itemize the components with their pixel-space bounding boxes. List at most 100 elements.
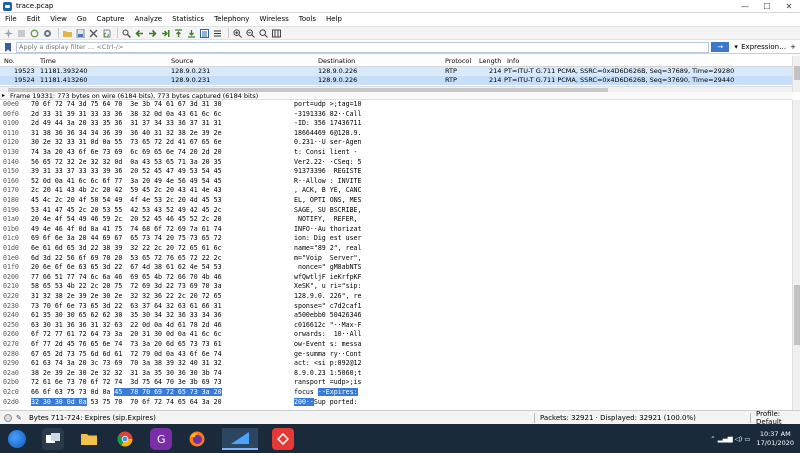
hex-ascii[interactable]: nonce=" gM8abNTS (294, 263, 362, 273)
go-last-icon[interactable] (186, 28, 196, 38)
hex-bytes[interactable]: 30 2e 32 33 31 0d 0a 55 73 65 72 2d 41 6… (31, 138, 222, 148)
chrome-icon[interactable] (114, 428, 136, 450)
hex-ascii[interactable]: 18664469 6@128.9. (294, 129, 362, 139)
start-button[interactable] (6, 428, 28, 450)
hex-ascii[interactable]: 8.9.0.23 1:5060;t (294, 369, 362, 379)
hex-bytes-selected[interactable]: 32 30 30 0d 0a (31, 397, 87, 406)
hex-bytes[interactable]: 56 65 72 32 2e 32 32 0d 0a 43 53 65 71 3… (31, 158, 222, 168)
hex-ascii[interactable]: ge-summa ry··Cont (294, 350, 362, 360)
column-no[interactable]: No. (4, 57, 15, 65)
hex-bytes[interactable]: 61 35 30 30 65 62 62 30 35 30 34 32 36 3… (31, 311, 222, 321)
hex-ascii-plain[interactable]: Sup ported: (314, 398, 358, 406)
hex-ascii[interactable]: ion: Dig est user (294, 234, 362, 244)
menu-go[interactable]: Go (72, 15, 92, 23)
hex-bytes[interactable]: 77 66 51 77 74 6c 6a 46 69 65 4b 72 66 7… (31, 273, 222, 283)
hex-ascii[interactable]: R··Allow : INVITE (294, 177, 362, 187)
menu-telephony[interactable]: Telephony (209, 15, 254, 23)
go-forward-icon[interactable] (147, 28, 157, 38)
filter-history-dropdown[interactable]: ▾ (731, 43, 741, 51)
packet-details-pane[interactable]: ▸ Frame 19331: 773 bytes on wire (6184 b… (0, 92, 792, 100)
menu-capture[interactable]: Capture (92, 15, 130, 23)
hex-ascii[interactable]: sponse=" c7d2caf1 (294, 302, 362, 312)
capture-options-icon[interactable] (42, 28, 52, 38)
column-length[interactable]: Length (479, 57, 501, 65)
hex-bytes[interactable]: 58 65 53 4b 22 2c 20 75 72 69 3d 22 73 6… (31, 282, 222, 292)
hex-bytes[interactable]: 49 4e 46 4f 0d 0a 41 75 74 68 6f 72 69 7… (31, 225, 222, 235)
hex-ascii[interactable]: EL, OPTI ONS, MES (294, 196, 362, 206)
hex-bytes[interactable]: 53 41 47 45 2c 20 53 55 42 53 43 52 49 4… (31, 206, 222, 216)
start-capture-icon[interactable] (3, 28, 13, 38)
hex-bytes[interactable]: 31 38 36 36 34 34 36 39 36 40 31 32 38 2… (31, 129, 222, 139)
hex-bytes[interactable]: 52 0d 0a 41 6c 6c 6f 77 3a 20 49 4e 56 4… (31, 177, 222, 187)
task-view-icon[interactable] (42, 427, 64, 450)
restart-capture-icon[interactable] (29, 28, 39, 38)
menu-wireless[interactable]: Wireless (254, 15, 293, 23)
add-filter-button[interactable]: + (790, 43, 800, 51)
hex-ascii[interactable]: name="89 2", real (294, 244, 362, 254)
menu-view[interactable]: View (45, 15, 72, 23)
hex-ascii[interactable]: SAGE, SU BSCRIBE, (294, 206, 362, 216)
anydesk-icon[interactable] (272, 427, 294, 450)
hex-bytes[interactable]: 32 30 30 0d 0a 53 75 70 70 6f 72 74 65 6… (31, 397, 222, 408)
hex-bytes[interactable]: 39 31 33 37 33 33 39 36 20 52 45 47 49 5… (31, 167, 222, 177)
hex-ascii-selected[interactable]: ··Expires: (317, 388, 358, 396)
bookmark-icon[interactable] (3, 42, 13, 52)
hex-ascii[interactable]: orwards: 10··All (294, 330, 362, 340)
hex-bytes[interactable]: 66 6f 63 75 73 0d 0a 45 78 70 69 72 65 7… (31, 388, 222, 398)
hex-ascii[interactable]: -3191336 82··Call (294, 110, 362, 120)
hex-bytes[interactable]: 2c 20 41 43 4b 2c 20 42 59 45 2c 20 43 4… (31, 186, 222, 196)
find-packet-icon[interactable] (121, 28, 131, 38)
save-file-icon[interactable] (75, 28, 85, 38)
hex-bytes[interactable]: 38 2e 39 2e 30 2e 32 32 31 3a 35 30 36 3… (31, 369, 222, 379)
hex-ascii[interactable]: t: Consi lient - (294, 148, 362, 158)
column-time[interactable]: Time (40, 57, 56, 65)
go-back-icon[interactable] (134, 28, 144, 38)
hex-ascii[interactable]: port=udp >;tag=10 (294, 100, 362, 110)
hex-bytes[interactable]: 73 70 6f 6e 73 65 3d 22 63 37 64 32 63 6… (31, 302, 222, 312)
tray-icons[interactable]: ⌃ ▂▄▆ ◁) ▭ (710, 435, 750, 443)
menu-help[interactable]: Help (321, 15, 347, 23)
stop-capture-icon[interactable] (16, 28, 26, 38)
hex-ascii[interactable]: ransport =udp>;is (294, 378, 362, 388)
go-to-packet-icon[interactable] (160, 28, 170, 38)
file-explorer-icon[interactable] (78, 428, 100, 450)
hex-ascii[interactable]: act: <si p:892@12 (294, 359, 362, 369)
display-filter-input[interactable] (16, 41, 710, 53)
autoscroll-icon[interactable] (199, 28, 209, 38)
hex-ascii[interactable]: focus ··Expires: (294, 388, 358, 398)
menu-analyze[interactable]: Analyze (129, 15, 167, 23)
hex-bytes[interactable]: 31 32 38 2e 39 2e 30 2e 32 32 36 22 2c 2… (31, 292, 222, 302)
packet-bytes-pane[interactable]: 00e0 70 6f 72 74 3d 75 64 70 3e 3b 74 61 … (0, 100, 792, 410)
hex-ascii[interactable]: m="Voip Server", (294, 254, 362, 264)
column-source[interactable]: Source (171, 57, 193, 65)
hex-bytes[interactable]: 70 6f 72 74 3d 75 64 70 3e 3b 74 61 67 3… (31, 100, 222, 110)
hex-ascii[interactable]: 91373396 REGISTE (294, 167, 362, 177)
hex-ascii[interactable]: 200··Sup ported: (294, 397, 358, 408)
hex-bytes[interactable]: 2d 33 31 39 31 33 33 36 38 32 0d 0a 43 6… (31, 110, 222, 120)
zoom-out-icon[interactable] (245, 28, 255, 38)
hex-bytes[interactable]: 69 6f 6e 3a 20 44 69 67 65 73 74 20 75 7… (31, 234, 222, 244)
frame-summary[interactable]: Frame 19331: 773 bytes on wire (6184 bit… (10, 92, 258, 99)
hex-ascii[interactable]: XeSK", u ri="sip: (294, 282, 362, 292)
hex-ascii[interactable]: a500ebb0 50426346 (294, 311, 362, 321)
zoom-in-icon[interactable] (232, 28, 242, 38)
hex-ascii[interactable]: -ID: 356 17436711 (294, 119, 362, 129)
reload-file-icon[interactable] (101, 28, 111, 38)
hex-bytes-plain[interactable]: 53 75 70 70 6f 72 74 65 64 3a 20 (87, 398, 222, 406)
hex-ascii[interactable]: INFO··Au thorizat (294, 225, 362, 235)
hex-bytes[interactable]: 6f 72 77 61 72 64 73 3a 20 31 30 0d 0a 4… (31, 330, 222, 340)
hex-ascii[interactable]: 128.9.0. 226", re (294, 292, 362, 302)
apply-filter-button[interactable]: → (711, 42, 730, 52)
capture-comment-icon[interactable]: ✎ (16, 414, 25, 422)
expand-arrow-icon[interactable]: ▸ (2, 92, 5, 99)
packet-list-scrollbar[interactable] (792, 56, 800, 92)
hex-ascii-plain[interactable]: focus (294, 388, 314, 396)
hex-bytes[interactable]: 20 4e 4f 54 49 46 59 2c 20 52 45 46 45 5… (31, 215, 222, 225)
pdf-app-icon[interactable]: G (150, 427, 172, 450)
hex-ascii[interactable]: wfQwtljF ieKrfpKF (294, 273, 362, 283)
hex-bytes[interactable]: 6d 3d 22 56 6f 69 70 20 53 65 72 76 65 7… (31, 254, 222, 264)
maximize-button[interactable]: ☐ (756, 0, 778, 13)
close-file-icon[interactable] (88, 28, 98, 38)
menu-statistics[interactable]: Statistics (167, 15, 209, 23)
menu-tools[interactable]: Tools (294, 15, 321, 23)
